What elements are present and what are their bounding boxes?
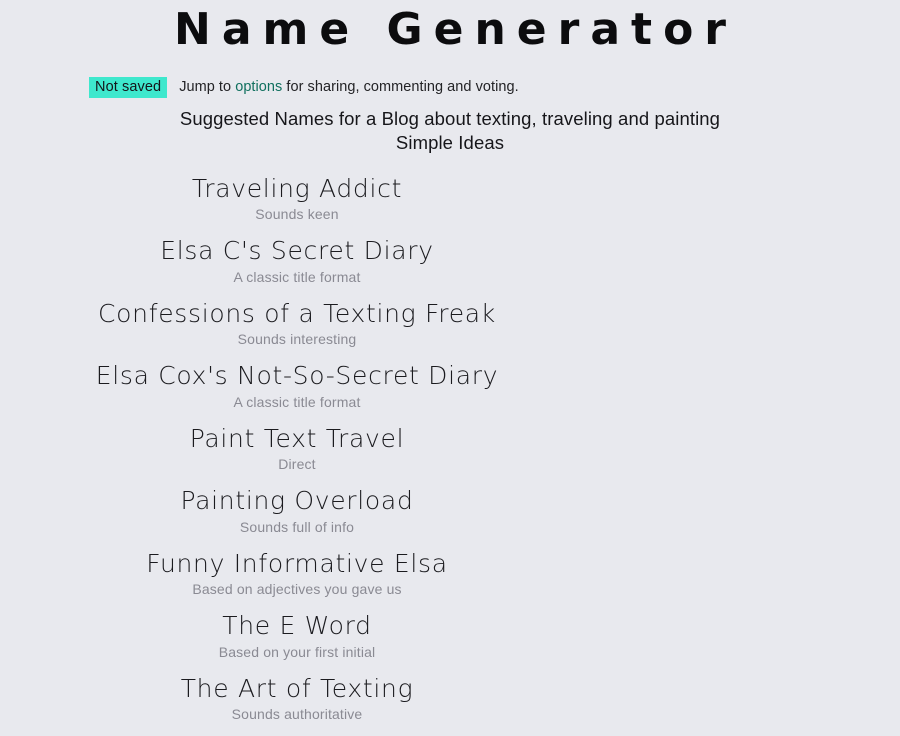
jump-prefix-label: Jump to [179,79,236,96]
name-suggestion-title[interactable]: The E Word [0,611,594,641]
name-suggestion-title[interactable]: Elsa C's Secret Diary [0,236,594,266]
name-suggestion-subtitle: Sounds interesting [237,331,357,348]
name-suggestion-subtitle: Sounds keen [255,206,339,223]
name-suggestion-item-4: Paint Text Travel Direct [0,424,594,487]
name-suggestion-item-8: The Art of Texting Sounds authoritative [0,674,594,736]
name-suggestion-subtitle: Based on adjectives you gave us [192,581,402,598]
name-suggestion-item-0: Traveling Addict Sounds keen [0,174,594,237]
name-suggestion-title[interactable]: The Art of Texting [0,674,594,704]
name-suggestion-subtitle: Sounds authoritative [231,706,363,723]
name-suggestion-item-7: The E Word Based on your first initial [0,611,594,674]
status-badge-not-saved: Not saved [89,77,168,99]
name-suggestion-title[interactable]: Paint Text Travel [0,424,594,454]
name-suggestion-subtitle: A classic title format [233,268,361,285]
suggested-names-heading: Suggested Names for a Blog about texting… [179,108,721,130]
name-suggestion-title[interactable]: Elsa Cox's Not-So-Secret Diary [0,361,594,391]
name-suggestion-item-6: Funny Informative Elsa Based on adjectiv… [0,549,594,612]
name-suggestion-item-1: Elsa C's Secret Diary A classic title fo… [0,236,594,299]
name-suggestions-list: Traveling Addict Sounds keen Elsa C's Se… [0,155,594,736]
name-suggestion-title[interactable]: Painting Overload [0,486,594,516]
name-suggestion-title[interactable]: Funny Informative Elsa [0,549,594,579]
suggested-names-subheading: Simple Ideas [395,131,505,153]
name-suggestion-subtitle: Direct [278,456,316,473]
page-title: Name Generator [174,4,737,55]
name-suggestion-item-2: Confessions of a Texting Freak Sounds in… [0,299,594,362]
name-suggestion-item-3: Elsa Cox's Not-So-Secret Diary A classic… [0,361,594,424]
jump-suffix-label: for sharing, commenting and voting. [282,79,519,96]
jump-to-options-text: Jump to options for sharing, commenting … [179,80,518,95]
name-suggestion-title[interactable]: Confessions of a Texting Freak [0,299,594,329]
name-suggestion-subtitle: Sounds full of info [239,518,355,535]
status-line: Not saved Jump to options for sharing, c… [0,77,900,99]
options-link[interactable]: options [235,79,282,95]
name-suggestion-subtitle: A classic title format [233,393,361,410]
name-suggestion-subtitle: Based on your first initial [218,643,376,660]
name-suggestion-title[interactable]: Traveling Addict [0,174,594,204]
name-suggestion-item-5: Painting Overload Sounds full of info [0,486,594,549]
